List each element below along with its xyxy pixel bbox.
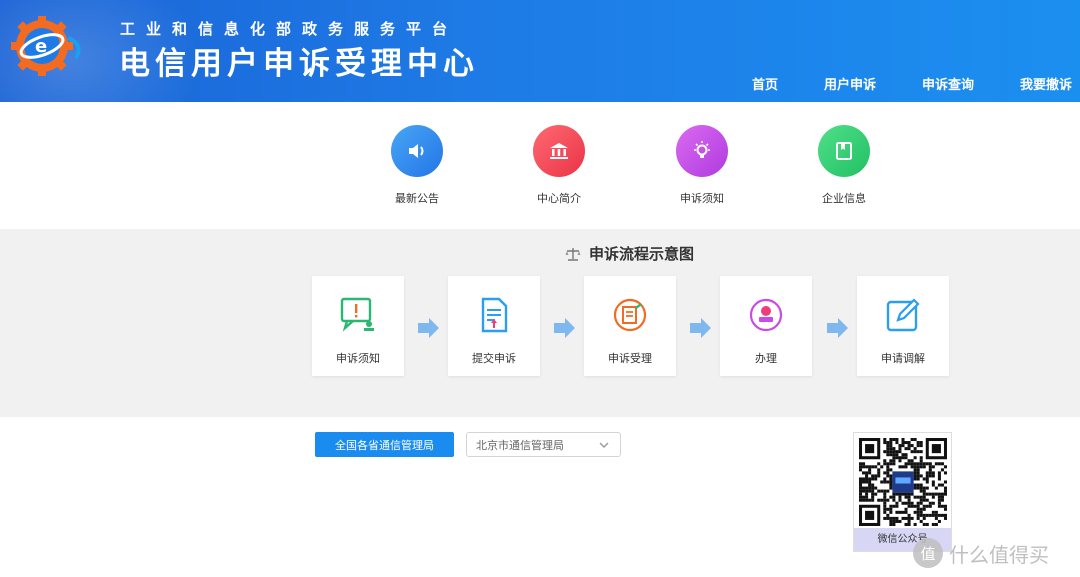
header-title: 电信用户申诉受理中心 — [119, 46, 479, 82]
process-step-label: 办理 — [755, 352, 777, 365]
process-step-label: 申诉须知 — [336, 352, 380, 365]
nav-complaint-query[interactable]: 申诉查询 — [922, 74, 974, 93]
wechat-qr-card: 微信公众号 — [853, 432, 952, 552]
quick-link-notice[interactable]: 申诉须知 — [662, 125, 742, 206]
process-step-notice[interactable]: 申诉须知 — [312, 276, 404, 376]
qr-code — [859, 438, 947, 526]
process-title: 申诉流程示意图 — [565, 243, 694, 264]
quick-link-enterprise[interactable]: 企业信息 — [804, 125, 884, 206]
nav-home[interactable]: 首页 — [752, 74, 778, 93]
chat-alert-icon — [340, 297, 374, 332]
process-step-label: 申诉受理 — [608, 352, 652, 365]
svg-text:e: e — [35, 36, 47, 57]
quick-link-label: 最新公告 — [395, 192, 439, 205]
process-step-label: 申请调解 — [881, 352, 925, 365]
process-step-handle[interactable]: 办理 — [720, 276, 812, 376]
scale-icon — [565, 247, 581, 261]
watermark-logo: 值 — [913, 538, 943, 568]
quick-link-label: 申诉须知 — [680, 192, 724, 205]
stamp-icon — [749, 298, 783, 332]
top-nav: 首页 用户申诉 申诉查询 我要撤诉 — [706, 74, 1072, 93]
process-step-accept[interactable]: 申诉受理 — [584, 276, 676, 376]
building-icon — [533, 125, 585, 177]
arrow-right-icon — [554, 318, 575, 338]
province-bureau-select[interactable]: 北京市通信管理局 — [466, 432, 621, 457]
quick-link-label: 中心简介 — [537, 192, 581, 205]
arrow-right-icon — [690, 318, 711, 338]
national-bureaus-button[interactable]: 全国各省通信管理局 — [315, 432, 454, 457]
edit-icon — [886, 298, 920, 332]
watermark-text: 什么值得买 — [949, 542, 1049, 567]
quick-link-about[interactable]: 中心简介 — [519, 125, 599, 206]
nav-user-complaint[interactable]: 用户申诉 — [824, 74, 876, 93]
arrow-right-icon — [418, 318, 439, 338]
form-check-icon — [613, 298, 647, 332]
chevron-down-icon — [599, 442, 609, 448]
quick-link-announcements[interactable]: 最新公告 — [377, 125, 457, 206]
book-icon — [818, 125, 870, 177]
site-header: e 工业和信息化部政务服务平台 电信用户申诉受理中心 首页 用户申诉 申诉查询 … — [0, 0, 1080, 102]
arrow-right-icon — [827, 318, 848, 338]
watermark: 值 什么值得买 — [913, 538, 1049, 568]
process-step-submit[interactable]: 提交申诉 — [448, 276, 540, 376]
process-step-label: 提交申诉 — [472, 352, 516, 365]
miit-logo[interactable]: e — [10, 16, 92, 76]
quick-links: 最新公告 中心简介 申诉须知 企业信息 — [0, 125, 1080, 215]
nav-withdraw-complaint[interactable]: 我要撤诉 — [1020, 74, 1072, 93]
process-title-text: 申诉流程示意图 — [589, 245, 695, 263]
quick-link-label: 企业信息 — [822, 192, 866, 205]
process-step-mediation[interactable]: 申请调解 — [857, 276, 949, 376]
document-upload-icon — [481, 297, 508, 333]
complaint-process-section: 申诉流程示意图 申诉须知 提交申诉 申诉受理 办理 申请调解 — [0, 229, 1080, 417]
lightbulb-icon — [676, 125, 728, 177]
speaker-icon — [391, 125, 443, 177]
province-bureau-value: 北京市通信管理局 — [476, 438, 564, 452]
header-subtitle: 工业和信息化部政务服务平台 — [120, 20, 459, 38]
